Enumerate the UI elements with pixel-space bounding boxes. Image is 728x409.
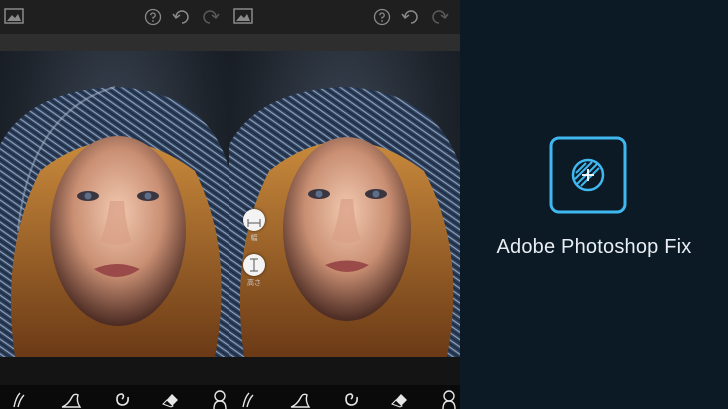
canvas-margin [0,34,229,51]
app-splash: Adobe Photoshop Fix [460,0,728,409]
canvas-margin [229,34,460,51]
eraser-icon[interactable] [160,389,182,409]
app-name: Adobe Photoshop Fix [496,236,692,258]
editor-panel-before [0,0,229,409]
face-icon[interactable] [212,389,228,409]
image-icon[interactable] [4,8,24,29]
undo-icon[interactable] [401,8,421,31]
width-tool-button[interactable] [243,209,265,231]
undo-icon[interactable] [172,8,192,31]
redo-icon[interactable] [429,8,449,31]
twirl-icon[interactable] [112,389,132,409]
top-toolbar [229,0,460,35]
height-tool-label: 高さ [247,280,261,287]
redo-icon[interactable] [200,8,220,31]
bloat-icon[interactable] [289,389,311,409]
help-icon[interactable] [373,8,391,31]
bloat-icon[interactable] [60,389,82,409]
top-toolbar [0,0,229,35]
portrait-photo[interactable] [0,51,229,357]
editor-panel-after: 幅 高さ [229,0,460,409]
liquify-push-icon[interactable] [239,389,259,409]
canvas-bottom-margin [229,357,460,385]
tool-strip [229,385,460,409]
liquify-push-icon[interactable] [10,389,30,409]
height-tool-button[interactable] [243,254,265,276]
twirl-icon[interactable] [341,389,361,409]
width-tool-label: 幅 [250,235,258,242]
help-icon[interactable] [144,8,162,31]
photoshop-fix-logo-icon [548,135,628,220]
tool-strip [0,385,229,409]
height-arrows-icon [249,258,259,277]
width-arrows-icon [247,215,261,233]
portrait-photo[interactable]: 幅 高さ [229,51,460,357]
face-icon[interactable] [441,389,457,409]
canvas-bottom-margin [0,357,229,385]
image-icon[interactable] [233,8,253,29]
eraser-icon[interactable] [389,389,411,409]
